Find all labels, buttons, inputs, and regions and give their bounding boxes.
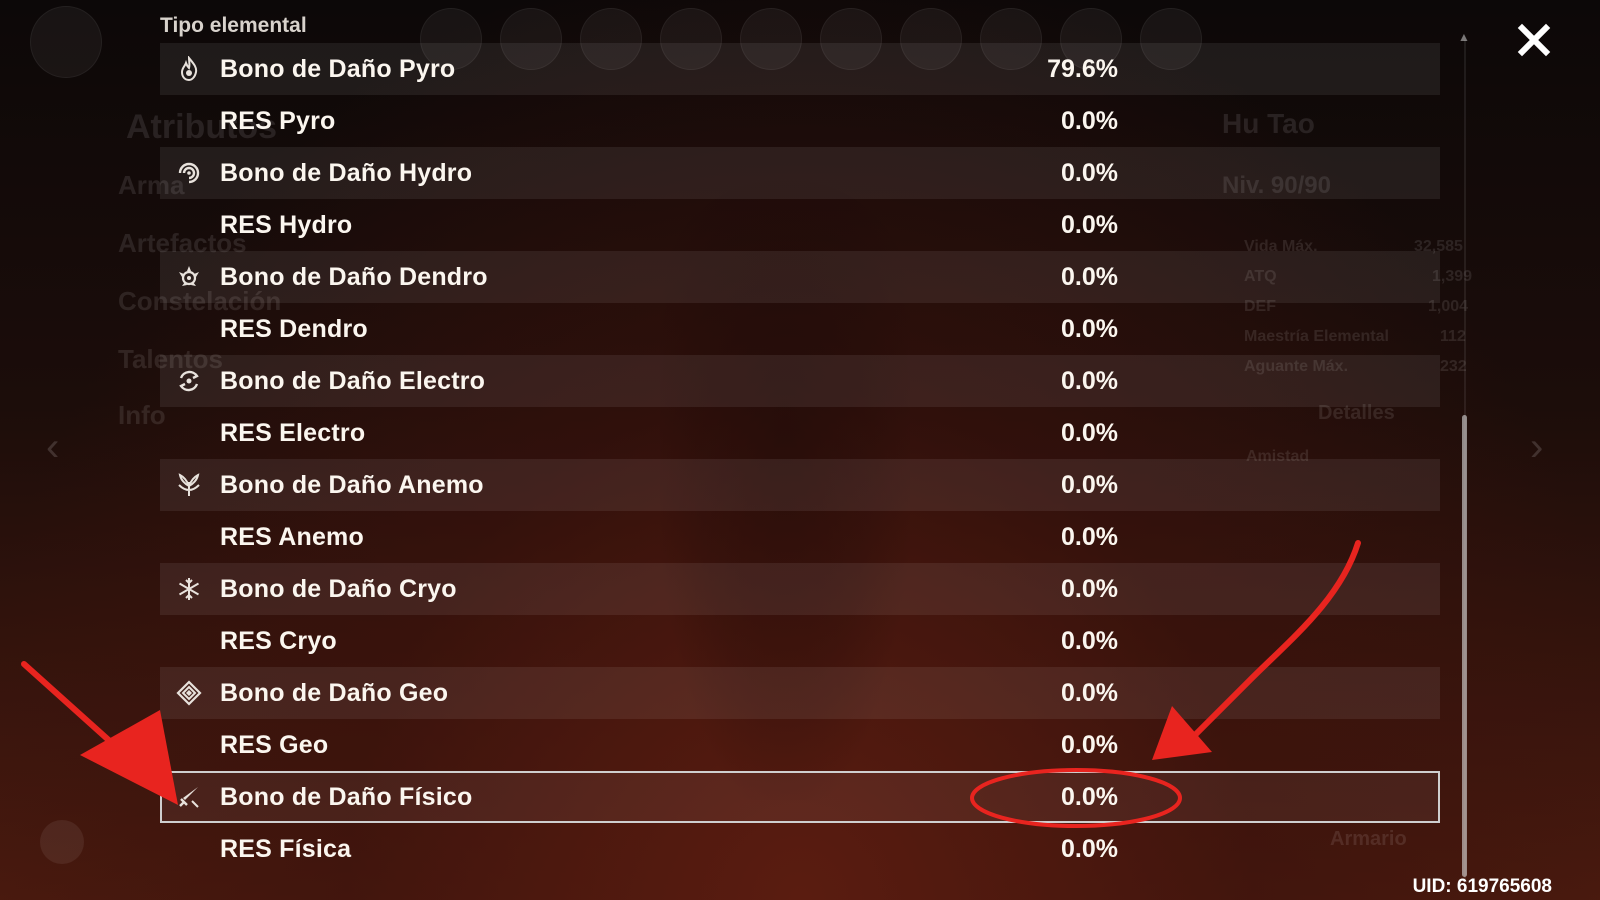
stat-row-physical-res[interactable]: RES Física 0.0% [160, 823, 1440, 875]
anemo-icon [176, 472, 202, 498]
stat-row-dendro-res[interactable]: RES Dendro 0.0% [160, 303, 1440, 355]
stat-label: Bono de Daño Físico [220, 782, 473, 811]
stat-label: RES Anemo [220, 522, 364, 551]
stat-row-anemo-bonus[interactable]: Bono de Daño Anemo 0.0% [160, 459, 1440, 511]
grid-menu-icon[interactable] [40, 820, 84, 864]
elemental-stats-list: Bono de Daño Pyro 79.6% RES Pyro 0.0% Bo… [160, 43, 1440, 875]
dendro-icon [176, 264, 202, 290]
element-emblem-icon [30, 6, 102, 78]
stat-label: RES Electro [220, 418, 366, 447]
stat-value: 0.0% [1061, 678, 1118, 707]
stat-value: 0.0% [1061, 574, 1118, 603]
stat-label: Bono de Daño Hydro [220, 158, 473, 187]
stat-value: 0.0% [1061, 210, 1118, 239]
stat-value: 0.0% [1061, 522, 1118, 551]
section-title: Tipo elemental [160, 14, 307, 37]
stat-label: RES Dendro [220, 314, 368, 343]
stat-row-electro-res[interactable]: RES Electro 0.0% [160, 407, 1440, 459]
stat-row-geo-res[interactable]: RES Geo 0.0% [160, 719, 1440, 771]
stat-value: 0.0% [1061, 418, 1118, 447]
stat-label: Bono de Daño Anemo [220, 470, 484, 499]
stat-row-hydro-res[interactable]: RES Hydro 0.0% [160, 199, 1440, 251]
stat-label: Bono de Daño Dendro [220, 262, 488, 291]
stat-row-electro-bonus[interactable]: Bono de Daño Electro 0.0% [160, 355, 1440, 407]
stat-label: RES Geo [220, 730, 329, 759]
stat-label: Bono de Daño Cryo [220, 574, 457, 603]
stat-value: 0.0% [1061, 626, 1118, 655]
stat-value: 0.0% [1061, 834, 1118, 863]
stat-value: 0.0% [1061, 730, 1118, 759]
stat-value: 0.0% [1061, 262, 1118, 291]
stat-label: RES Física [220, 834, 352, 863]
stat-label: Bono de Daño Geo [220, 678, 449, 707]
close-icon[interactable] [1516, 22, 1552, 58]
scrollbar-thumb[interactable] [1462, 415, 1467, 877]
stat-label: RES Pyro [220, 106, 336, 135]
stat-label: Bono de Daño Electro [220, 366, 486, 395]
stat-row-physical-bonus[interactable]: Bono de Daño Físico 0.0% [160, 771, 1440, 823]
stat-row-anemo-res[interactable]: RES Anemo 0.0% [160, 511, 1440, 563]
stat-value: 0.0% [1061, 782, 1118, 811]
hydro-icon [176, 160, 202, 186]
side-menu-item[interactable]: Info [118, 400, 166, 431]
stat-row-pyro-res[interactable]: RES Pyro 0.0% [160, 95, 1440, 147]
stat-value: 112 [1440, 328, 1466, 345]
electro-icon [176, 368, 202, 394]
stat-label: RES Cryo [220, 626, 337, 655]
stat-value: 0.0% [1061, 106, 1118, 135]
annotation-arrow-left [21, 661, 178, 805]
chevron-left-icon[interactable]: ‹ [46, 425, 59, 470]
stat-row-cryo-res[interactable]: RES Cryo 0.0% [160, 615, 1440, 667]
chevron-right-icon[interactable]: › [1530, 425, 1543, 470]
pyro-icon [176, 55, 202, 82]
stat-row-pyro-bonus[interactable]: Bono de Daño Pyro 79.6% [160, 43, 1440, 95]
stat-value: 0.0% [1061, 470, 1118, 499]
stat-label: Bono de Daño Pyro [220, 54, 456, 83]
geo-icon [176, 680, 202, 706]
uid-label: UID: 619765608 [1412, 876, 1552, 897]
stat-row-dendro-bonus[interactable]: Bono de Daño Dendro 0.0% [160, 251, 1440, 303]
cryo-icon [176, 576, 202, 602]
stat-value: 0.0% [1061, 314, 1118, 343]
stat-value: 79.6% [1047, 54, 1118, 83]
stat-value: 0.0% [1061, 158, 1118, 187]
stat-value: 0.0% [1061, 366, 1118, 395]
stat-row-geo-bonus[interactable]: Bono de Daño Geo 0.0% [160, 667, 1440, 719]
stat-value: 232 [1440, 358, 1467, 375]
physical-icon [176, 784, 202, 810]
stat-label: RES Hydro [220, 210, 353, 239]
stat-row-cryo-bonus[interactable]: Bono de Daño Cryo 0.0% [160, 563, 1440, 615]
stat-row-hydro-bonus[interactable]: Bono de Daño Hydro 0.0% [160, 147, 1440, 199]
